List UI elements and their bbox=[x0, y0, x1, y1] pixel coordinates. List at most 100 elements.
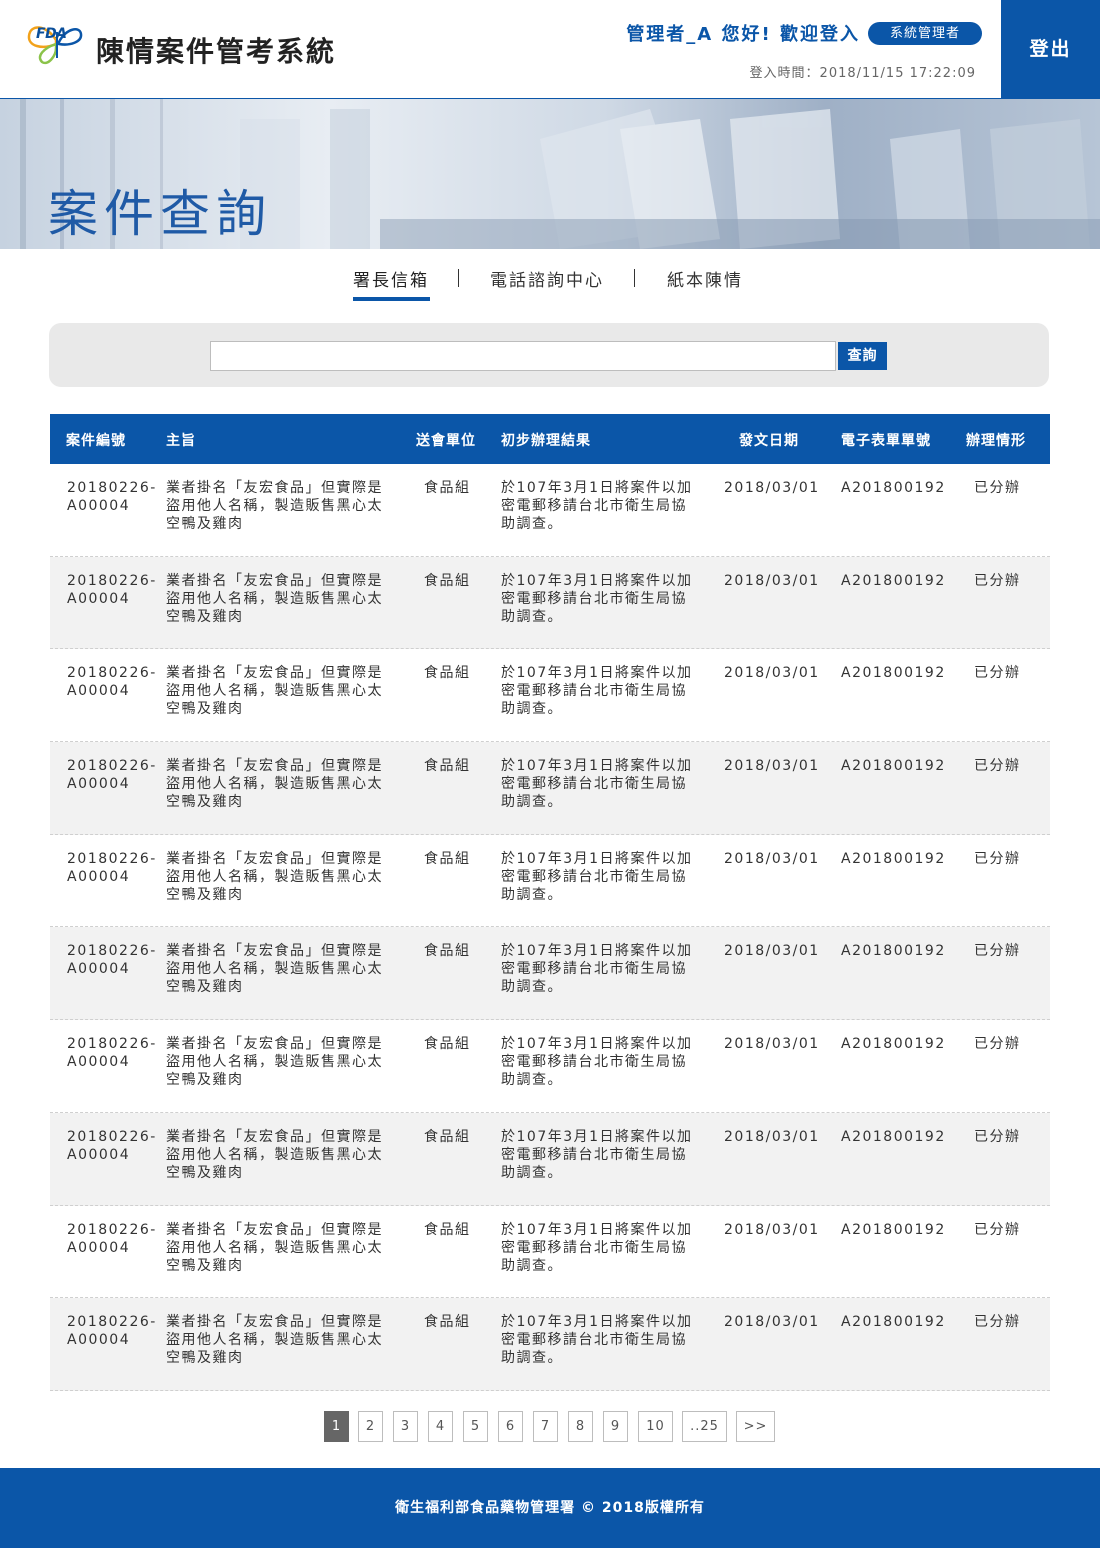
cell-unit: 食品組 bbox=[424, 572, 471, 589]
tab-paper-petition[interactable]: 紙本陳情 bbox=[667, 266, 743, 291]
tab-phone-consultation[interactable]: 電話諮詢中心 bbox=[490, 266, 604, 291]
table-row[interactable]: 20180226-A00004 業者掛名「友宏食品」但實際是盜用他人名稱，製造販售… bbox=[50, 464, 1050, 557]
source-tabs: 署長信箱 電話諮詢中心 紙本陳情 bbox=[0, 266, 1100, 306]
cell-status: 已分辦 bbox=[974, 480, 1021, 496]
role-badge: 系統管理者 bbox=[868, 22, 982, 45]
cell-subject: 業者掛名「友宏食品」但實際是盜用他人名稱，製造販售黑心太空鴨及雞肉 bbox=[166, 758, 383, 811]
active-tab-indicator bbox=[353, 297, 430, 301]
table-row[interactable]: 20180226-A00004 業者掛名「友宏食品」但實際是盜用他人名稱，製造販售… bbox=[50, 1298, 1050, 1391]
tab-separator bbox=[634, 269, 635, 287]
cell-form-number: A201800192 bbox=[841, 480, 946, 496]
cell-unit: 食品組 bbox=[424, 1036, 471, 1053]
cell-issue-date: 2018/03/01 bbox=[724, 1221, 820, 1238]
cell-issue-date: 2018/03/01 bbox=[724, 1128, 820, 1145]
page-button[interactable]: 9 bbox=[603, 1411, 628, 1442]
page-button[interactable]: 3 bbox=[393, 1411, 418, 1442]
cell-form-number: A201800192 bbox=[841, 943, 946, 960]
cell-issue-date: 2018/03/01 bbox=[724, 850, 820, 867]
cell-subject: 業者掛名「友宏食品」但實際是盜用他人名稱，製造販售黑心太空鴨及雞肉 bbox=[166, 572, 383, 625]
app-title: 陳情案件管考系統 bbox=[96, 35, 337, 68]
cell-status: 已分辦 bbox=[974, 572, 1021, 589]
page-button[interactable]: 4 bbox=[428, 1411, 453, 1442]
table-row[interactable]: 20180226-A00004 業者掛名「友宏食品」但實際是盜用他人名稱，製造販售… bbox=[50, 1206, 1050, 1299]
page-button[interactable]: ..25 bbox=[682, 1411, 727, 1442]
cell-subject: 業者掛名「友宏食品」但實際是盜用他人名稱，製造販售黑心太空鴨及雞肉 bbox=[166, 943, 383, 996]
next-page-button[interactable]: >> bbox=[736, 1411, 775, 1442]
cell-initial-result: 於107年3月1日將案件以加密電郵移請台北市衛生局協助調查。 bbox=[501, 850, 693, 903]
cell-status: 已分辦 bbox=[974, 943, 1021, 960]
page-button[interactable]: 10 bbox=[638, 1411, 673, 1442]
table-row[interactable]: 20180226-A00004 業者掛名「友宏食品」但實際是盜用他人名稱，製造販售… bbox=[50, 556, 1050, 650]
cell-status: 已分辦 bbox=[974, 665, 1021, 682]
cell-case-id: 20180226-A00004 bbox=[67, 1128, 157, 1163]
cell-initial-result: 於107年3月1日將案件以加密電郵移請台北市衛生局協助調查。 bbox=[501, 943, 693, 996]
cell-form-number: A201800192 bbox=[841, 1314, 946, 1331]
cell-unit: 食品組 bbox=[424, 1314, 471, 1331]
tab-director-mailbox[interactable]: 署長信箱 bbox=[353, 266, 429, 291]
page-button[interactable]: 1 bbox=[324, 1411, 349, 1442]
cell-unit: 食品組 bbox=[424, 1221, 471, 1238]
cell-initial-result: 於107年3月1日將案件以加密電郵移請台北市衛生局協助調查。 bbox=[501, 1221, 693, 1274]
cell-unit: 食品組 bbox=[424, 480, 471, 496]
cell-issue-date: 2018/03/01 bbox=[724, 1036, 820, 1053]
user-greeting: 管理者_A 您好! 歡迎登入 bbox=[626, 24, 860, 45]
cell-issue-date: 2018/03/01 bbox=[724, 665, 820, 682]
cell-unit: 食品組 bbox=[424, 943, 471, 960]
header-initial-result: 初步辦理結果 bbox=[501, 433, 591, 449]
table-header: 案件編號 主旨 送會單位 初步辦理結果 發文日期 電子表單單號 辦理情形 bbox=[50, 414, 1050, 464]
logout-button[interactable]: 登出 bbox=[1001, 0, 1100, 99]
cell-initial-result: 於107年3月1日將案件以加密電郵移請台北市衛生局協助調查。 bbox=[501, 1036, 693, 1089]
cell-case-id: 20180226-A00004 bbox=[67, 850, 157, 885]
cell-form-number: A201800192 bbox=[841, 1221, 946, 1238]
cell-subject: 業者掛名「友宏食品」但實際是盜用他人名稱，製造販售黑心太空鴨及雞肉 bbox=[166, 480, 383, 532]
search-input[interactable] bbox=[210, 341, 836, 371]
search-panel: 查詢 bbox=[49, 323, 1049, 387]
page-button[interactable]: 5 bbox=[463, 1411, 488, 1442]
table-row[interactable]: 20180226-A00004 業者掛名「友宏食品」但實際是盜用他人名稱，製造販售… bbox=[50, 927, 1050, 1021]
cell-case-id: 20180226-A00004 bbox=[67, 1221, 157, 1256]
search-button[interactable]: 查詢 bbox=[838, 342, 887, 370]
cell-unit: 食品組 bbox=[424, 1128, 471, 1145]
table-row[interactable]: 20180226-A00004 業者掛名「友宏食品」但實際是盜用他人名稱，製造販售… bbox=[50, 1020, 1050, 1113]
tab-separator bbox=[458, 269, 459, 287]
cell-status: 已分辦 bbox=[974, 850, 1021, 867]
cell-subject: 業者掛名「友宏食品」但實際是盜用他人名稱，製造販售黑心太空鴨及雞肉 bbox=[166, 1221, 383, 1274]
cell-initial-result: 於107年3月1日將案件以加密電郵移請台北市衛生局協助調查。 bbox=[501, 480, 693, 532]
cell-subject: 業者掛名「友宏食品」但實際是盜用他人名稱，製造販售黑心太空鴨及雞肉 bbox=[166, 1314, 383, 1367]
login-time: 登入時間：2018/11/15 17:22:09 bbox=[749, 66, 976, 81]
cell-case-id: 20180226-A00004 bbox=[67, 572, 157, 607]
header-status: 辦理情形 bbox=[966, 433, 1026, 449]
cell-subject: 業者掛名「友宏食品」但實際是盜用他人名稱，製造販售黑心太空鴨及雞肉 bbox=[166, 1036, 383, 1089]
footer-copyright: 衛生福利部食品藥物管理署 © 2018版權所有 bbox=[0, 1468, 1100, 1548]
table-row[interactable]: 20180226-A00004 業者掛名「友宏食品」但實際是盜用他人名稱，製造販售… bbox=[50, 742, 1050, 835]
page-button[interactable]: 2 bbox=[358, 1411, 383, 1442]
cell-subject: 業者掛名「友宏食品」但實際是盜用他人名稱，製造販售黑心太空鴨及雞肉 bbox=[166, 665, 383, 718]
header-unit: 送會單位 bbox=[416, 433, 476, 449]
table-row[interactable]: 20180226-A00004 業者掛名「友宏食品」但實際是盜用他人名稱，製造販售… bbox=[50, 1112, 1050, 1206]
header-subject: 主旨 bbox=[166, 433, 196, 449]
header: FDA 陳情案件管考系統 管理者_A 您好! 歡迎登入 系統管理者 登入時間：2… bbox=[0, 0, 1100, 99]
cell-form-number: A201800192 bbox=[841, 665, 946, 682]
cell-issue-date: 2018/03/01 bbox=[724, 1314, 820, 1331]
cell-form-number: A201800192 bbox=[841, 1036, 946, 1053]
cell-unit: 食品組 bbox=[424, 758, 471, 775]
cell-initial-result: 於107年3月1日將案件以加密電郵移請台北市衛生局協助調查。 bbox=[501, 665, 693, 718]
cell-unit: 食品組 bbox=[424, 665, 471, 682]
page-button[interactable]: 8 bbox=[568, 1411, 593, 1442]
table-row[interactable]: 20180226-A00004 業者掛名「友宏食品」但實際是盜用他人名稱，製造販售… bbox=[50, 649, 1050, 743]
cell-status: 已分辦 bbox=[974, 1128, 1021, 1145]
page-button[interactable]: 7 bbox=[533, 1411, 558, 1442]
table-row[interactable]: 20180226-A00004 業者掛名「友宏食品」但實際是盜用他人名稱，製造販售… bbox=[50, 835, 1050, 928]
cell-issue-date: 2018/03/01 bbox=[724, 572, 820, 589]
cell-case-id: 20180226-A00004 bbox=[67, 758, 157, 793]
page-button[interactable]: 6 bbox=[498, 1411, 523, 1442]
cell-issue-date: 2018/03/01 bbox=[724, 943, 820, 960]
cell-initial-result: 於107年3月1日將案件以加密電郵移請台北市衛生局協助調查。 bbox=[501, 1128, 693, 1181]
cell-initial-result: 於107年3月1日將案件以加密電郵移請台北市衛生局協助調查。 bbox=[501, 758, 693, 811]
cell-form-number: A201800192 bbox=[841, 572, 946, 589]
cell-form-number: A201800192 bbox=[841, 758, 946, 775]
case-table: 案件編號 主旨 送會單位 初步辦理結果 發文日期 電子表單單號 辦理情形 201… bbox=[50, 414, 1050, 1391]
cell-subject: 業者掛名「友宏食品」但實際是盜用他人名稱，製造販售黑心太空鴨及雞肉 bbox=[166, 850, 383, 903]
cell-initial-result: 於107年3月1日將案件以加密電郵移請台北市衛生局協助調查。 bbox=[501, 572, 693, 625]
cell-subject: 業者掛名「友宏食品」但實際是盜用他人名稱，製造販售黑心太空鴨及雞肉 bbox=[166, 1128, 383, 1181]
